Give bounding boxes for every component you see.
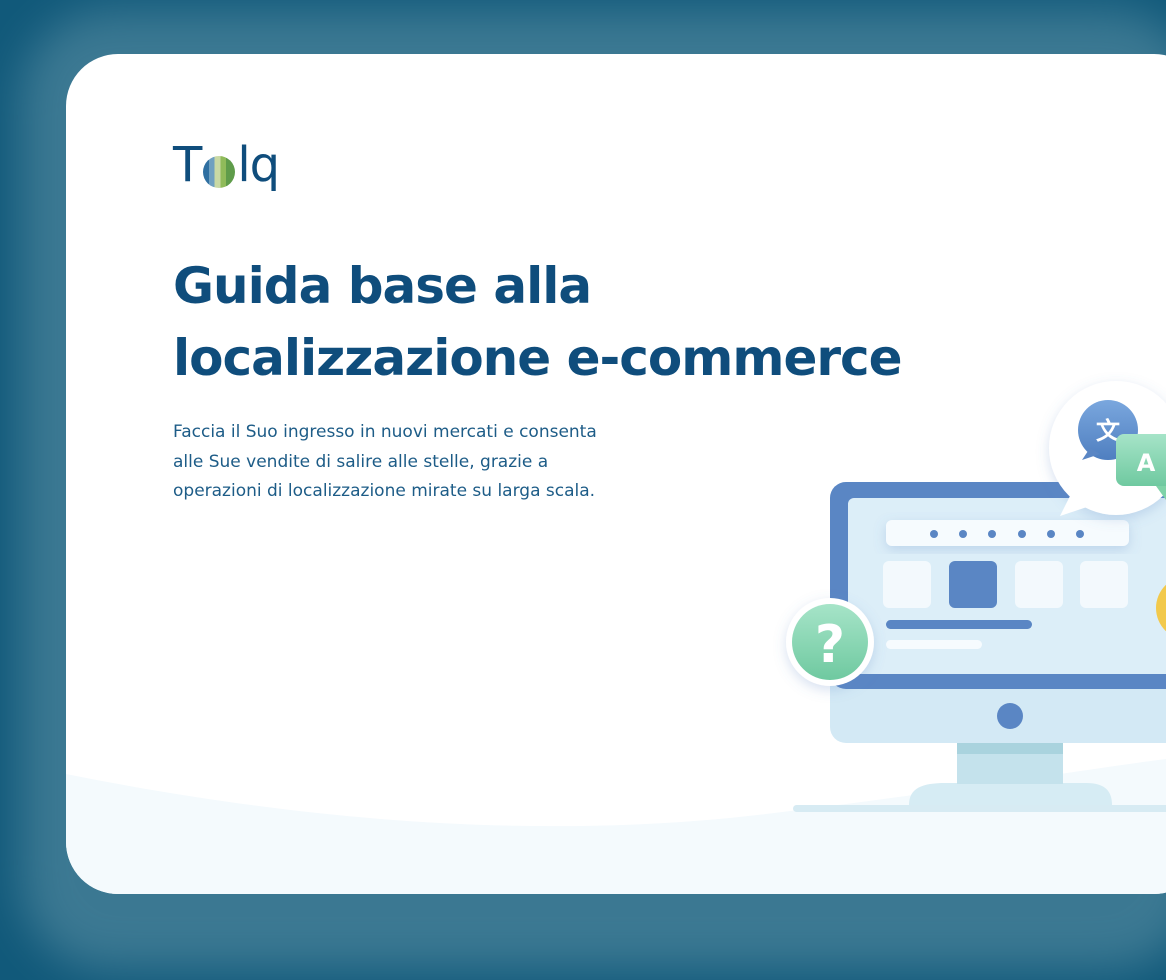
localization-illustration: ? 文 A [786, 381, 1166, 812]
letter-a-glyph: A [1137, 449, 1156, 477]
question-mark: ? [815, 615, 845, 675]
desk-line [793, 805, 1166, 812]
question-badge: ? [786, 598, 874, 686]
cover-card: T lq Guida base alla localizzazione e-co… [66, 54, 1166, 894]
monitor-icon [830, 482, 1166, 805]
